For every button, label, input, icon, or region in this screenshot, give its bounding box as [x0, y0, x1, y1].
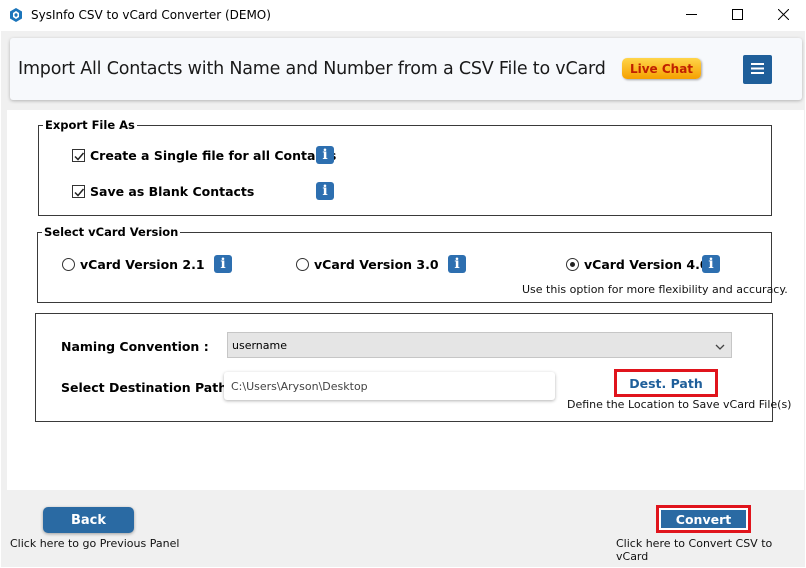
single-file-option[interactable]: Create a Single file for all Contacts — [72, 148, 336, 163]
vcard-21-option[interactable]: vCard Version 2.1 — [62, 257, 205, 272]
header-title: Import All Contacts with Name and Number… — [18, 59, 606, 79]
blank-contacts-checkbox[interactable] — [72, 185, 85, 198]
naming-convention-value: username — [232, 338, 287, 352]
export-file-as-legend: Export File As — [43, 118, 137, 132]
single-file-checkbox[interactable] — [72, 149, 85, 162]
convert-button-label: Convert — [661, 510, 746, 528]
menu-button[interactable] — [743, 55, 772, 84]
window-title: SysInfo CSV to vCard Converter (DEMO) — [31, 8, 271, 22]
vcard-40-label: vCard Version 4.0 — [584, 257, 709, 272]
destination-path-input[interactable]: C:\Users\Aryson\Desktop — [224, 372, 555, 400]
single-file-label: Create a Single file for all Contacts — [90, 148, 337, 163]
vcard-version-legend: Select vCard Version — [42, 225, 181, 239]
vcard-40-info-icon[interactable]: i — [702, 255, 720, 273]
blank-contacts-option[interactable]: Save as Blank Contacts — [72, 184, 254, 199]
blank-contacts-info-icon[interactable]: i — [316, 182, 334, 200]
maximize-icon — [731, 7, 743, 25]
hamburger-menu-icon — [751, 61, 764, 79]
close-button[interactable] — [760, 0, 806, 31]
app-logo-icon — [8, 7, 24, 23]
live-chat-button[interactable]: Live Chat — [622, 58, 701, 79]
minimize-button[interactable] — [668, 0, 714, 31]
chevron-down-icon — [715, 341, 725, 354]
vcard-version-hint: Use this option for more flexibility and… — [522, 283, 788, 296]
convert-hint: Click here to Convert CSV to vCard — [616, 537, 773, 563]
export-file-as-group: Export File As — [38, 118, 772, 216]
vcard-21-info-icon[interactable]: i — [214, 255, 232, 273]
back-button[interactable]: Back — [43, 507, 134, 533]
vcard-40-radio[interactable] — [566, 258, 579, 271]
dest-path-button[interactable]: Dest. Path — [614, 369, 718, 397]
minimize-icon — [685, 7, 697, 25]
title-bar: SysInfo CSV to vCard Converter (DEMO) — [0, 0, 806, 31]
single-file-info-icon[interactable]: i — [316, 146, 334, 164]
close-icon — [777, 7, 789, 25]
vcard-30-info-icon[interactable]: i — [448, 255, 466, 273]
convert-button[interactable]: Convert — [656, 505, 751, 533]
maximize-button[interactable] — [714, 0, 760, 31]
dest-path-hint: Define the Location to Save vCard File(s… — [567, 398, 792, 411]
vcard-40-option[interactable]: vCard Version 4.0 — [566, 257, 709, 272]
vcard-21-label: vCard Version 2.1 — [80, 257, 205, 272]
naming-convention-select[interactable]: username — [227, 332, 732, 358]
vcard-30-label: vCard Version 3.0 — [314, 257, 439, 272]
header-banner: Import All Contacts with Name and Number… — [10, 38, 802, 100]
vcard-30-option[interactable]: vCard Version 3.0 — [296, 257, 439, 272]
blank-contacts-label: Save as Blank Contacts — [90, 184, 255, 199]
destination-path-label: Select Destination Path : — [61, 380, 237, 395]
back-hint: Click here to go Previous Panel — [10, 537, 180, 550]
vcard-21-radio[interactable] — [62, 258, 75, 271]
naming-convention-label: Naming Convention : — [61, 339, 209, 354]
vcard-30-radio[interactable] — [296, 258, 309, 271]
